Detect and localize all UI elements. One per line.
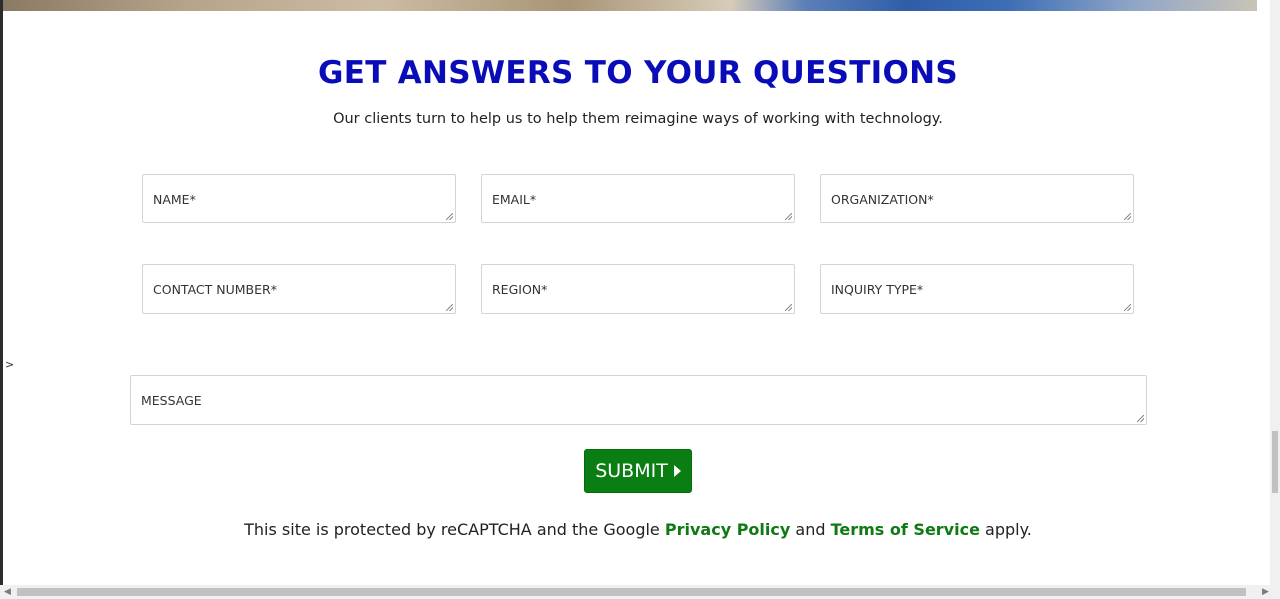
resize-grip-icon[interactable] bbox=[446, 304, 453, 311]
recaptcha-notice-middle: and bbox=[795, 520, 826, 539]
recaptcha-notice: This site is protected by reCAPTCHA and … bbox=[0, 520, 1276, 539]
inquiry-type-field[interactable]: INQUIRY TYPE* bbox=[820, 264, 1134, 314]
message-field[interactable]: MESSAGE bbox=[130, 375, 1147, 425]
resize-grip-icon[interactable] bbox=[785, 304, 792, 311]
region-field[interactable]: REGION* bbox=[481, 264, 795, 314]
terms-of-service-link[interactable]: Terms of Service bbox=[831, 520, 980, 539]
region-field-placeholder: REGION* bbox=[492, 282, 548, 297]
scroll-right-arrow-icon[interactable]: ▶ bbox=[1262, 587, 1269, 597]
privacy-policy-link[interactable]: Privacy Policy bbox=[665, 520, 790, 539]
horizontal-scrollbar-thumb[interactable] bbox=[17, 588, 1246, 596]
message-field-placeholder: MESSAGE bbox=[141, 393, 202, 408]
recaptcha-notice-prefix: This site is protected by reCAPTCHA and … bbox=[244, 520, 660, 539]
recaptcha-notice-suffix: apply. bbox=[985, 520, 1032, 539]
page-title: GET ANSWERS TO YOUR QUESTIONS bbox=[317, 55, 959, 91]
submit-button[interactable]: SUBMIT bbox=[584, 449, 692, 493]
submit-button-label: SUBMIT bbox=[595, 460, 668, 482]
organization-field-placeholder: ORGANIZATION* bbox=[831, 192, 934, 207]
horizontal-scrollbar[interactable]: ◀ ▶ bbox=[0, 585, 1280, 599]
resize-grip-icon[interactable] bbox=[1124, 213, 1131, 220]
vertical-scrollbar[interactable] bbox=[1270, 0, 1280, 585]
email-field[interactable]: EMAIL* bbox=[481, 174, 795, 223]
contact-number-field-placeholder: CONTACT NUMBER* bbox=[153, 282, 277, 297]
hero-image-bottom-edge bbox=[3, 0, 1257, 11]
organization-field[interactable]: ORGANIZATION* bbox=[820, 174, 1134, 223]
scroll-left-arrow-icon[interactable]: ◀ bbox=[4, 587, 11, 597]
email-field-placeholder: EMAIL* bbox=[492, 192, 537, 207]
name-field[interactable]: NAME* bbox=[142, 174, 456, 223]
contact-number-field[interactable]: CONTACT NUMBER* bbox=[142, 264, 456, 314]
inquiry-type-field-placeholder: INQUIRY TYPE* bbox=[831, 282, 924, 297]
resize-grip-icon[interactable] bbox=[446, 213, 453, 220]
resize-grip-icon[interactable] bbox=[1124, 304, 1131, 311]
vertical-scrollbar-thumb[interactable] bbox=[1272, 431, 1278, 493]
resize-grip-icon[interactable] bbox=[1137, 415, 1144, 422]
resize-grip-icon[interactable] bbox=[785, 213, 792, 220]
expand-arrow-icon[interactable]: > bbox=[5, 358, 14, 371]
page-subtitle: Our clients turn to help us to help them… bbox=[333, 111, 943, 127]
page-viewport: > GET ANSWERS TO YOUR QUESTIONS Our clie… bbox=[0, 0, 1280, 599]
name-field-placeholder: NAME* bbox=[153, 192, 196, 207]
caret-right-icon bbox=[673, 465, 681, 477]
